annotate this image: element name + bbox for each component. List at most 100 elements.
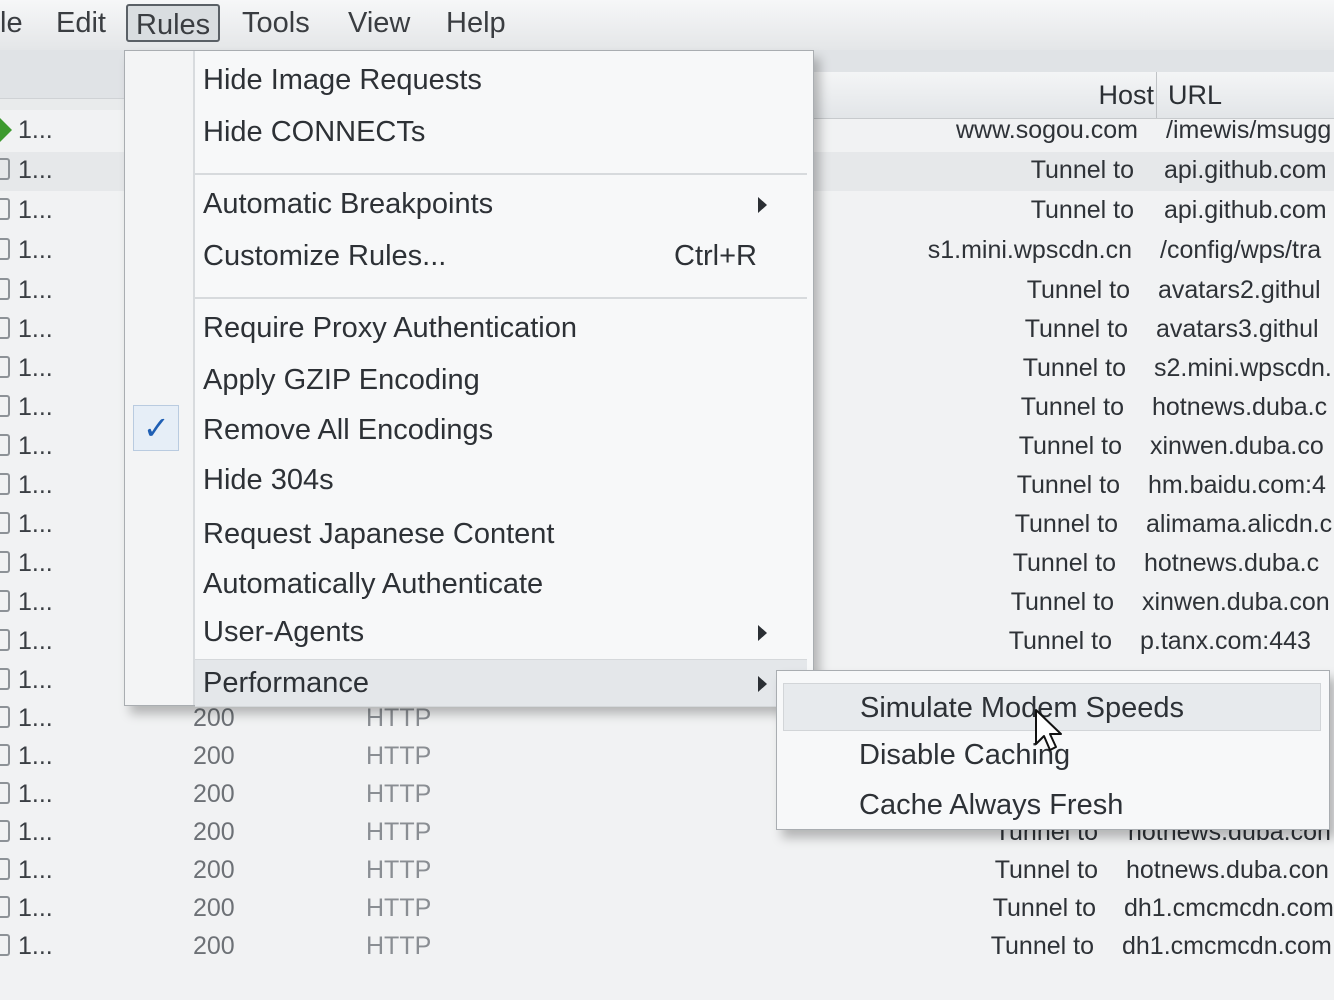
session-icon <box>0 706 10 728</box>
column-host[interactable]: Host <box>1098 80 1154 111</box>
session-host: Tunnel to <box>1018 432 1122 460</box>
session-host: Tunnel to <box>1010 588 1114 616</box>
session-url: /config/wps/tra <box>1160 236 1322 264</box>
menu-file[interactable]: le <box>0 4 31 42</box>
menu-tools[interactable]: Tools <box>234 4 318 42</box>
session-icon <box>0 158 10 180</box>
session-protocol: HTTP <box>366 704 432 732</box>
session-host: s1.mini.wpscdn.cn <box>927 236 1132 264</box>
session-number: 1... <box>18 354 53 382</box>
session-number: 1... <box>18 856 53 884</box>
session-result: 200 <box>193 780 235 808</box>
menu-item-customize-rules[interactable]: Customize Rules... Ctrl+R <box>195 233 807 279</box>
session-icon <box>0 934 10 956</box>
session-icon <box>0 512 10 534</box>
session-host: Tunnel to <box>1026 276 1130 304</box>
session-icon <box>0 551 10 573</box>
session-url: hotnews.duba.c <box>1144 549 1320 577</box>
session-number: 1... <box>18 742 53 770</box>
menu-item-label: Customize Rules... <box>203 240 447 272</box>
session-icon <box>0 858 10 880</box>
submenu-arrow-icon <box>758 197 767 213</box>
session-result: 200 <box>193 932 235 960</box>
menu-item-label: Performance <box>203 667 370 699</box>
session-icon <box>0 590 10 612</box>
session-protocol: HTTP <box>366 742 432 770</box>
session-result: 200 <box>193 856 235 884</box>
session-row[interactable]: 1... 200 HTTP Tunnel to dh1.cmcmcdn.com: <box>0 928 1334 967</box>
session-icon <box>0 395 10 417</box>
session-host: Tunnel to <box>1014 510 1118 538</box>
column-divider[interactable] <box>1156 72 1157 118</box>
session-icon <box>0 820 10 842</box>
submenu-item-label: Simulate Modem Speeds <box>860 692 1184 724</box>
session-host: www.sogou.com <box>955 116 1138 144</box>
session-number: 1... <box>18 393 53 421</box>
menu-item-apply-gzip-encoding[interactable]: Apply GZIP Encoding <box>195 357 807 403</box>
menu-item-user-agents[interactable]: User-Agents <box>195 609 807 655</box>
session-url: /imewis/msugg <box>1166 116 1332 144</box>
menu-item-label: Automatic Breakpoints <box>203 188 494 220</box>
mouse-cursor-icon <box>1035 709 1062 751</box>
menu-item-hide-304s[interactable]: Hide 304s <box>195 457 807 503</box>
menu-item-label: Request Japanese Content <box>203 518 555 550</box>
session-host: Tunnel to <box>1022 354 1126 382</box>
session-url: hm.baidu.com:4 <box>1148 471 1326 499</box>
session-icon <box>0 356 10 378</box>
menu-item-label: Require Proxy Authentication <box>203 312 577 344</box>
session-host: Tunnel to <box>994 856 1098 884</box>
session-url: api.github.com <box>1164 156 1327 184</box>
play-arrow-icon <box>0 118 12 142</box>
session-number: 1... <box>18 780 53 808</box>
session-url: xinwen.duba.con <box>1142 588 1330 616</box>
menu-separator <box>195 297 807 299</box>
session-number: 1... <box>18 894 53 922</box>
session-result: 200 <box>193 704 235 732</box>
session-icon <box>0 198 10 220</box>
session-protocol: HTTP <box>366 856 432 884</box>
menu-help[interactable]: Help <box>438 4 514 42</box>
menu-item-request-japanese-content[interactable]: Request Japanese Content <box>195 511 807 557</box>
menu-item-label: User-Agents <box>203 616 365 648</box>
session-number: 1... <box>18 315 53 343</box>
menu-bar: le Edit Rules Tools View Help <box>0 0 1334 51</box>
menu-edit[interactable]: Edit <box>48 4 114 42</box>
session-number: 1... <box>18 116 53 144</box>
menu-separator <box>195 173 807 175</box>
session-protocol: HTTP <box>366 780 432 808</box>
session-host: Tunnel to <box>1030 196 1134 224</box>
session-icon <box>0 668 10 690</box>
session-row[interactable]: 1... 200 HTTP Tunnel to hotnews.duba.con <box>0 852 1334 891</box>
checkmark-icon: ✓ <box>143 410 170 446</box>
menu-item-hide-connects[interactable]: Hide CONNECTs <box>195 109 807 155</box>
session-number: 1... <box>18 549 53 577</box>
session-host: Tunnel to <box>992 894 1096 922</box>
session-host: Tunnel to <box>1030 156 1134 184</box>
session-number: 1... <box>18 471 53 499</box>
column-url[interactable]: URL <box>1168 80 1222 111</box>
menu-item-label: Hide CONNECTs <box>203 116 426 148</box>
session-url: p.tanx.com:443 <box>1140 627 1311 655</box>
session-number: 1... <box>18 276 53 304</box>
session-icon <box>0 744 10 766</box>
session-url: api.github.com <box>1164 196 1327 224</box>
session-number: 1... <box>18 704 53 732</box>
menu-rules[interactable]: Rules <box>126 4 221 42</box>
session-host: Tunnel to <box>1016 471 1120 499</box>
menu-item-require-proxy-authentication[interactable]: Require Proxy Authentication <box>195 305 807 351</box>
session-icon <box>0 434 10 456</box>
session-host: Tunnel to <box>1012 549 1116 577</box>
session-number: 1... <box>18 818 53 846</box>
menu-item-automatically-authenticate[interactable]: Automatically Authenticate <box>195 561 807 607</box>
menu-item-label: Automatically Authenticate <box>203 568 544 600</box>
menu-item-hide-image-requests[interactable]: Hide Image Requests <box>195 57 807 103</box>
menu-view[interactable]: View <box>340 4 418 42</box>
session-row[interactable]: 1... 200 HTTP Tunnel to dh1.cmcmcdn.com: <box>0 890 1334 929</box>
session-url: avatars2.githul <box>1158 276 1321 304</box>
menu-item-remove-all-encodings[interactable]: Remove All Encodings <box>195 407 807 453</box>
menu-item-automatic-breakpoints[interactable]: Automatic Breakpoints <box>195 181 807 227</box>
menu-item-label: Remove All Encodings <box>203 414 494 446</box>
session-number: 1... <box>18 627 53 655</box>
submenu-item-cache-always-fresh[interactable]: Cache Always Fresh <box>783 781 1321 829</box>
menu-item-performance[interactable]: Performance <box>195 659 807 707</box>
